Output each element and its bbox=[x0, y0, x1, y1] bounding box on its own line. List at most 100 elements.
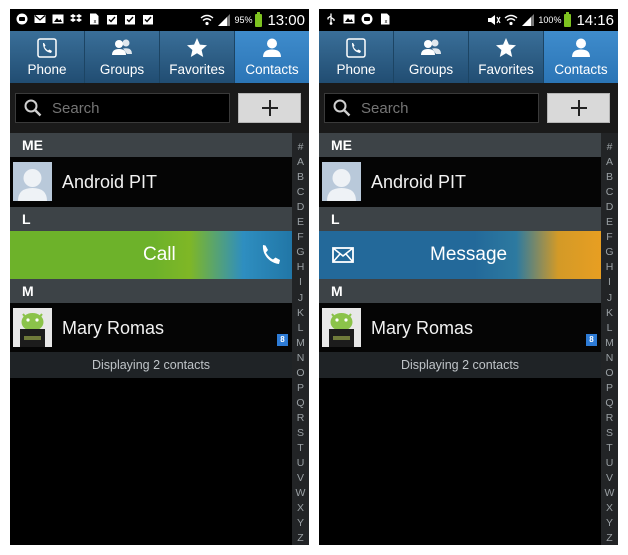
index-letter[interactable]: D bbox=[292, 201, 309, 213]
tab-label: Groups bbox=[99, 62, 145, 77]
index-letter[interactable]: S bbox=[601, 427, 618, 439]
index-letter[interactable]: W bbox=[601, 487, 618, 499]
index-letter[interactable]: O bbox=[601, 367, 618, 379]
add-contact-button[interactable] bbox=[547, 93, 610, 123]
index-letter[interactable]: B bbox=[601, 171, 618, 183]
index-letter[interactable]: U bbox=[292, 457, 309, 469]
search-row bbox=[319, 83, 618, 133]
tab-groups[interactable]: Groups bbox=[394, 31, 469, 83]
usb-icon bbox=[327, 13, 335, 25]
index-letter[interactable]: Y bbox=[292, 517, 309, 529]
index-letter[interactable]: I bbox=[601, 276, 618, 288]
index-letter[interactable]: F bbox=[601, 231, 618, 243]
chat-notification-icon bbox=[361, 13, 373, 25]
index-letter[interactable]: H bbox=[601, 261, 618, 273]
swipe-call-row[interactable]: Call bbox=[10, 231, 309, 279]
index-letter[interactable]: O bbox=[292, 367, 309, 379]
index-letter[interactable]: G bbox=[292, 246, 309, 258]
index-letter[interactable]: K bbox=[601, 307, 618, 319]
index-letter[interactable]: S bbox=[292, 427, 309, 439]
index-letter[interactable]: M bbox=[601, 337, 618, 349]
search-icon bbox=[24, 99, 42, 117]
index-letter[interactable]: L bbox=[601, 322, 618, 334]
swipe-message-row[interactable]: Message bbox=[319, 231, 618, 279]
index-letter[interactable]: L bbox=[292, 322, 309, 334]
index-letter[interactable]: R bbox=[292, 412, 309, 424]
index-letter[interactable]: N bbox=[601, 352, 618, 364]
index-letter[interactable]: E bbox=[292, 216, 309, 228]
search-input[interactable] bbox=[359, 98, 533, 118]
index-letter[interactable]: # bbox=[292, 141, 309, 153]
index-letter[interactable]: T bbox=[292, 442, 309, 454]
image-notification-icon bbox=[52, 14, 64, 24]
index-letter[interactable]: G bbox=[601, 246, 618, 258]
plus-icon bbox=[261, 100, 278, 116]
wifi-icon bbox=[504, 14, 518, 26]
contact-row-android-pit[interactable]: Android PIT bbox=[319, 157, 601, 207]
index-letter[interactable]: Z bbox=[601, 532, 618, 544]
index-letter[interactable]: I bbox=[292, 276, 309, 288]
index-letter[interactable]: H bbox=[292, 261, 309, 273]
contact-row-android-pit[interactable]: Android PIT bbox=[10, 157, 292, 207]
left-screenshot: x 95% 13:00 Phone Groups Favorites Conta… bbox=[10, 9, 309, 545]
index-letter[interactable]: Z bbox=[292, 532, 309, 544]
index-letter[interactable]: Q bbox=[292, 397, 309, 409]
default-avatar-icon bbox=[322, 162, 361, 201]
file-notification-icon: x bbox=[381, 13, 390, 25]
index-letter[interactable]: N bbox=[292, 352, 309, 364]
tab-label: Favorites bbox=[478, 62, 534, 77]
contact-row-mary-romas[interactable]: Mary Romas 8 bbox=[319, 303, 601, 353]
index-letter[interactable]: X bbox=[292, 502, 309, 514]
index-letter[interactable]: C bbox=[292, 186, 309, 198]
search-box[interactable] bbox=[324, 93, 539, 123]
add-contact-button[interactable] bbox=[238, 93, 301, 123]
contact-row-mary-romas[interactable]: Mary Romas 8 bbox=[10, 303, 292, 353]
index-letter[interactable]: T bbox=[601, 442, 618, 454]
clock: 13:00 bbox=[267, 11, 305, 29]
index-letter[interactable]: P bbox=[601, 382, 618, 394]
mute-icon bbox=[488, 15, 501, 25]
index-letter[interactable]: E bbox=[601, 216, 618, 228]
tab-favorites[interactable]: Favorites bbox=[469, 31, 544, 83]
index-letter[interactable]: U bbox=[601, 457, 618, 469]
section-header-l: L bbox=[319, 207, 601, 231]
tab-contacts[interactable]: Contacts bbox=[235, 31, 309, 83]
index-letter[interactable]: R bbox=[601, 412, 618, 424]
tab-favorites[interactable]: Favorites bbox=[160, 31, 235, 83]
index-letter[interactable]: # bbox=[601, 141, 618, 153]
index-letter[interactable]: M bbox=[292, 337, 309, 349]
alphabet-index-bar[interactable]: # A B C D E F G H I J K L M N O P Q R S T U V W X Y Z bbox=[601, 133, 618, 545]
index-letter[interactable]: Q bbox=[601, 397, 618, 409]
tab-phone[interactable]: Phone bbox=[319, 31, 394, 83]
index-letter[interactable]: C bbox=[601, 186, 618, 198]
index-letter[interactable]: X bbox=[601, 502, 618, 514]
call-icon bbox=[262, 245, 280, 264]
swipe-message-label: Message bbox=[430, 244, 508, 265]
tab-contacts[interactable]: Contacts bbox=[544, 31, 618, 83]
index-letter[interactable]: A bbox=[601, 156, 618, 168]
index-letter[interactable]: F bbox=[292, 231, 309, 243]
index-letter[interactable]: P bbox=[292, 382, 309, 394]
index-letter[interactable]: V bbox=[601, 472, 618, 484]
index-letter[interactable]: Y bbox=[601, 517, 618, 529]
status-right: 95% 13:00 bbox=[200, 9, 305, 31]
battery-charging-icon bbox=[564, 11, 572, 27]
tab-groups[interactable]: Groups bbox=[85, 31, 160, 83]
index-letter[interactable]: J bbox=[292, 292, 309, 304]
tab-label: Contacts bbox=[554, 62, 608, 77]
alphabet-index-bar[interactable]: # A B C D E F G H I J K L M N O P Q R S T U V W X Y Z bbox=[292, 133, 309, 545]
index-letter[interactable]: J bbox=[601, 292, 618, 304]
contact-name: Mary Romas bbox=[62, 318, 165, 338]
tab-phone[interactable]: Phone bbox=[10, 31, 85, 83]
index-letter[interactable]: A bbox=[292, 156, 309, 168]
search-input[interactable] bbox=[50, 98, 224, 118]
index-letter[interactable]: K bbox=[292, 307, 309, 319]
index-letter[interactable]: W bbox=[292, 487, 309, 499]
index-letter[interactable]: D bbox=[601, 201, 618, 213]
index-letter[interactable]: B bbox=[292, 171, 309, 183]
index-letter[interactable]: V bbox=[292, 472, 309, 484]
search-box[interactable] bbox=[15, 93, 230, 123]
contact-person-icon bbox=[263, 38, 281, 57]
star-icon bbox=[187, 38, 207, 57]
battery-icon bbox=[255, 11, 263, 27]
